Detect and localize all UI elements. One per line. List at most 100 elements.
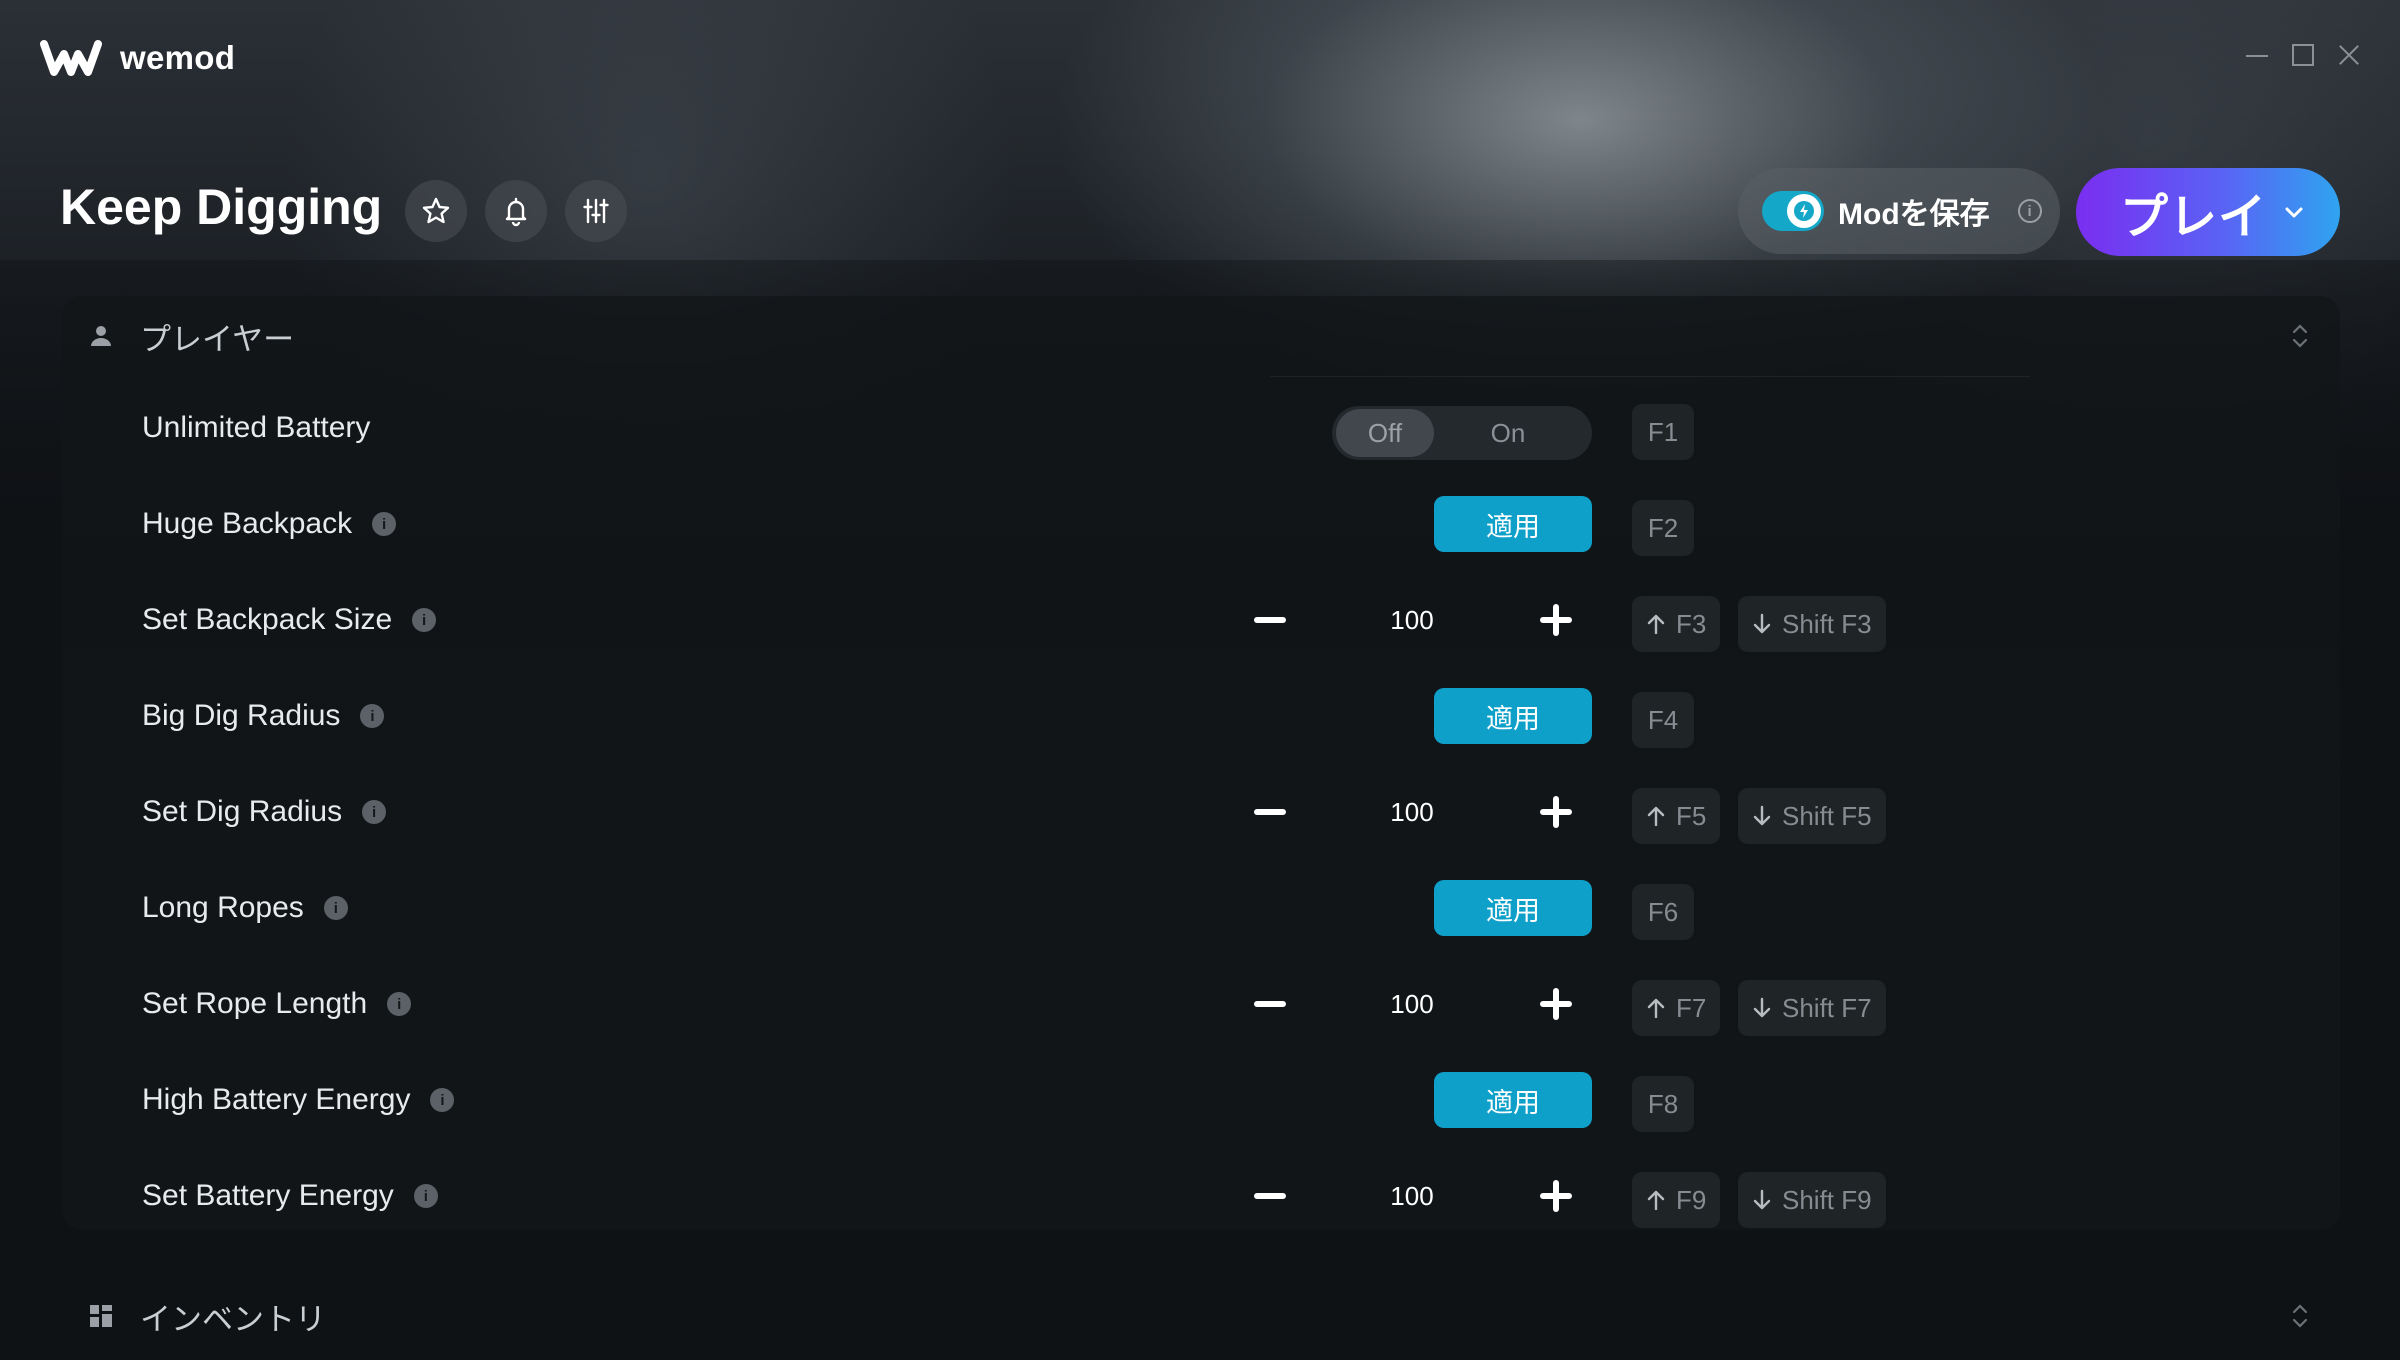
save-mods-control[interactable]: Modを保存 i: [1738, 168, 2060, 254]
mod-row-set-backpack-size: Set Backpack Size i 100 F3 Shift F3: [62, 572, 2340, 668]
increase-button[interactable]: [1536, 984, 1576, 1024]
mod-toggle[interactable]: Off On: [1332, 406, 1592, 460]
hotkey-decrease[interactable]: Shift F3: [1738, 596, 1886, 652]
arrow-up-icon: [1647, 1190, 1665, 1211]
info-icon[interactable]: i: [430, 1088, 455, 1112]
section-label: インベントリ: [140, 1301, 326, 1337]
stepper-value[interactable]: 100: [1362, 586, 1462, 654]
mod-label: Unlimited Battery: [142, 380, 370, 476]
mod-name: Unlimited Battery: [142, 411, 371, 444]
hotkey-decrease[interactable]: Shift F7: [1738, 980, 1886, 1036]
decrease-button[interactable]: [1250, 600, 1290, 640]
game-title: Keep Digging: [60, 179, 383, 235]
value-stepper: 100: [1242, 970, 1592, 1038]
mod-label: Set Rope Length i: [142, 956, 412, 1052]
increase-button[interactable]: [1536, 792, 1576, 832]
info-icon[interactable]: i: [360, 704, 385, 728]
mod-label: Set Backpack Size i: [142, 572, 437, 668]
hotkey-label: Shift F3: [1782, 608, 1872, 639]
chevron-down-icon[interactable]: [2282, 200, 2306, 224]
mod-label: Huge Backpack i: [142, 476, 397, 572]
arrow-up-icon: [1647, 614, 1665, 635]
hotkey-label: Shift F7: [1782, 992, 1872, 1023]
minimize-icon[interactable]: [2246, 44, 2268, 66]
section-header-player[interactable]: プレイヤー: [62, 296, 2340, 376]
section-divider: [1270, 376, 2030, 377]
hotkey-badge[interactable]: F2: [1632, 500, 1694, 556]
decrease-button[interactable]: [1250, 1176, 1290, 1216]
hotkey-badge[interactable]: F8: [1632, 1076, 1694, 1132]
mod-row-unlimited-battery: Unlimited Battery Off On F1: [62, 380, 2340, 476]
collapse-icon[interactable]: [2290, 1302, 2310, 1330]
info-icon[interactable]: i: [372, 512, 397, 536]
hotkey-increase[interactable]: F7: [1632, 980, 1721, 1036]
hotkey-label: F2: [1647, 512, 1679, 543]
collapse-icon[interactable]: [2290, 322, 2310, 350]
info-icon[interactable]: i: [323, 896, 348, 920]
app-logo: wemod: [40, 38, 235, 78]
arrow-up-icon: [1647, 806, 1665, 827]
apply-button[interactable]: 適用: [1434, 1072, 1592, 1128]
arrow-down-icon: [1753, 805, 1771, 826]
mod-name: High Battery Energy: [142, 1083, 411, 1116]
mod-name: Set Rope Length: [142, 987, 368, 1020]
toggle-on-option[interactable]: On: [1434, 406, 1592, 460]
decrease-button[interactable]: [1250, 984, 1290, 1024]
hotkey-label: F6: [1647, 896, 1679, 927]
mod-name: Set Dig Radius: [142, 795, 343, 828]
play-label: プレイ: [2120, 191, 2268, 244]
value-stepper: 100: [1242, 1162, 1592, 1230]
mod-row-set-rope-length: Set Rope Length i 100 F7 Shift F7: [62, 956, 2340, 1052]
mod-name: Set Backpack Size: [142, 603, 393, 636]
mod-name: Long Ropes: [142, 891, 304, 924]
mod-row-big-dig-radius: Big Dig Radius i 適用 F4: [62, 668, 2340, 764]
apply-button[interactable]: 適用: [1434, 496, 1592, 552]
title-bar: wemod: [0, 0, 2400, 120]
save-mods-toggle[interactable]: [1762, 191, 1824, 231]
mod-name: Big Dig Radius: [142, 699, 341, 732]
info-icon[interactable]: i: [412, 608, 437, 632]
maximize-icon[interactable]: [2292, 44, 2314, 66]
section-header-inventory[interactable]: インベントリ: [62, 1276, 2340, 1356]
mod-label: Big Dig Radius i: [142, 668, 385, 764]
hotkey-label: F7: [1676, 992, 1707, 1023]
notifications-button[interactable]: [485, 180, 547, 242]
game-actions: [405, 180, 627, 242]
apply-button[interactable]: 適用: [1434, 688, 1592, 744]
hotkey-badge[interactable]: F4: [1632, 692, 1694, 748]
decrease-button[interactable]: [1250, 792, 1290, 832]
info-icon[interactable]: i: [2017, 199, 2042, 223]
apply-button[interactable]: 適用: [1434, 880, 1592, 936]
info-icon[interactable]: i: [362, 800, 387, 824]
info-icon[interactable]: i: [413, 1184, 438, 1208]
favorite-button[interactable]: [405, 180, 467, 242]
value-stepper: 100: [1242, 778, 1592, 846]
close-icon[interactable]: [2338, 44, 2360, 66]
mod-label: Long Ropes i: [142, 860, 348, 956]
hotkey-decrease[interactable]: Shift F5: [1738, 788, 1886, 844]
hotkey-increase[interactable]: F9: [1632, 1172, 1721, 1228]
hotkey-label: F1: [1647, 416, 1679, 447]
game-settings-button[interactable]: [565, 180, 627, 242]
hotkey-badge[interactable]: F6: [1632, 884, 1694, 940]
increase-button[interactable]: [1536, 1176, 1576, 1216]
toggle-off-option[interactable]: Off: [1336, 409, 1434, 457]
hotkey-label: Shift F9: [1782, 1184, 1872, 1215]
stepper-value[interactable]: 100: [1362, 1162, 1462, 1230]
app-name: wemod: [120, 39, 236, 76]
hotkey-badge[interactable]: F1: [1632, 404, 1694, 460]
stepper-value[interactable]: 100: [1362, 778, 1462, 846]
bolt-icon: [1787, 194, 1821, 228]
hotkey-increase[interactable]: F5: [1632, 788, 1721, 844]
star-icon: [422, 197, 450, 224]
play-button[interactable]: プレイ: [2076, 168, 2340, 256]
arrow-up-icon: [1647, 998, 1665, 1019]
hotkey-label: F3: [1676, 608, 1707, 639]
info-icon[interactable]: i: [387, 992, 412, 1016]
mod-row-high-battery-energy: High Battery Energy i 適用 F8: [62, 1052, 2340, 1148]
stepper-value[interactable]: 100: [1362, 970, 1462, 1038]
mod-row-long-ropes: Long Ropes i 適用 F6: [62, 860, 2340, 956]
hotkey-decrease[interactable]: Shift F9: [1738, 1172, 1886, 1228]
increase-button[interactable]: [1536, 600, 1576, 640]
hotkey-increase[interactable]: F3: [1632, 596, 1721, 652]
